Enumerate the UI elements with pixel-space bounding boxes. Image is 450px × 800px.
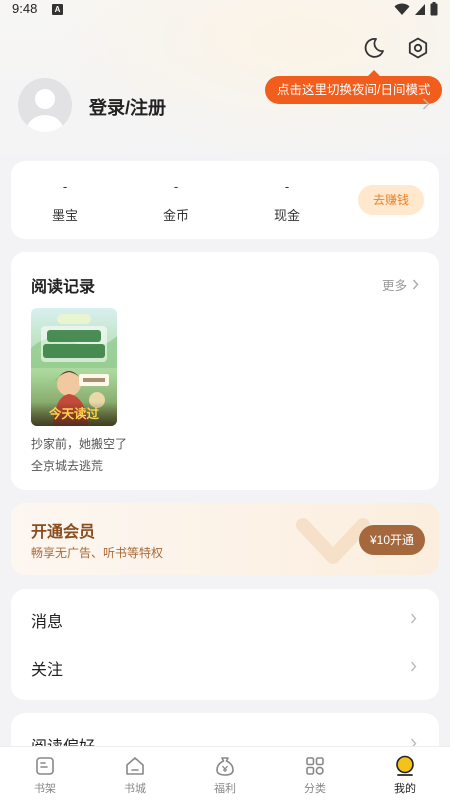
tab-bookshelf[interactable]: 书架	[0, 747, 90, 800]
login-register-link[interactable]: 登录/注册	[89, 94, 166, 120]
book-cover[interactable]: 今天读过	[31, 308, 117, 426]
category-icon	[306, 757, 324, 775]
status-indicators	[394, 2, 438, 16]
wallet-value: -	[284, 179, 290, 194]
vip-title: 开通会员	[31, 524, 96, 541]
vip-subtitle: 畅享无广告、听书等特权	[31, 546, 164, 560]
default-avatar-icon	[26, 89, 64, 132]
avatar[interactable]	[18, 78, 72, 132]
menu-item-following[interactable]: 关注	[11, 646, 439, 690]
wallet-label: 墨宝	[51, 208, 78, 223]
tab-label: 我的	[394, 783, 416, 795]
more-link[interactable]: 更多	[382, 275, 419, 294]
wallet-label: 金币	[162, 208, 189, 223]
chevron-right-icon	[422, 98, 430, 110]
chevron-right-icon	[410, 661, 417, 672]
welfare-icon	[216, 757, 234, 776]
vip-open-button[interactable]: ¥10开通	[359, 525, 425, 555]
menu-item-messages[interactable]: 消息	[11, 598, 439, 642]
read-today-badge: 今天读过	[31, 402, 117, 426]
menu-item-label: 消息	[31, 614, 64, 631]
wallet-card: - 墨宝 - 金币 - 现金 去赚钱	[11, 161, 439, 239]
bookstore-icon	[126, 757, 144, 775]
chevron-right-icon	[412, 279, 419, 290]
tab-label: 福利	[214, 783, 236, 795]
settings-icon	[408, 37, 428, 59]
battery-icon	[430, 2, 438, 16]
tab-label: 书城	[124, 783, 146, 795]
reading-history-title: 阅读记录	[31, 279, 96, 296]
night-mode-tooltip[interactable]: 点击这里切换夜间/日间模式	[265, 70, 443, 104]
wallet-value: -	[173, 179, 179, 194]
reading-history-card: 阅读记录 更多 今天读过 抄家前，她搬空了全京城去逃荒	[11, 252, 439, 490]
wifi-icon	[394, 3, 410, 15]
night-mode-toggle[interactable]	[362, 36, 386, 60]
vip-card[interactable]: 开通会员 畅享无广告、听书等特权 ¥10开通	[11, 503, 439, 575]
bottom-tab-bar: 书架 书城 福利 分类 我的	[0, 746, 450, 800]
wallet-item-coins[interactable]: - 金币	[131, 179, 221, 224]
menu-card: 消息 关注	[11, 589, 439, 700]
tab-welfare[interactable]: 福利	[180, 747, 270, 800]
moon-icon	[364, 38, 384, 58]
menu-item-label: 关注	[31, 662, 64, 679]
tab-bookstore[interactable]: 书城	[90, 747, 180, 800]
profile-icon	[396, 755, 414, 776]
wallet-value: -	[62, 179, 68, 194]
wallet-item-mobao[interactable]: - 墨宝	[20, 179, 110, 224]
bookshelf-icon	[36, 757, 54, 775]
wallet-item-cash[interactable]: - 现金	[242, 179, 332, 224]
chevron-right-icon	[410, 613, 417, 624]
status-time: 9:48	[12, 1, 38, 16]
settings-button[interactable]	[406, 36, 430, 60]
tab-label: 书架	[34, 783, 56, 795]
book-title[interactable]: 抄家前，她搬空了全京城去逃荒	[31, 433, 127, 477]
tab-mine[interactable]: 我的	[360, 747, 450, 800]
a-icon: A	[52, 4, 63, 15]
tab-category[interactable]: 分类	[270, 747, 360, 800]
more-label: 更多	[381, 279, 407, 293]
signal-icon	[415, 3, 425, 15]
tab-label: 分类	[304, 783, 326, 795]
wallet-label: 现金	[273, 208, 300, 223]
status-bar: 9:48 A	[0, 0, 450, 20]
earn-money-button[interactable]: 去赚钱	[358, 185, 424, 215]
